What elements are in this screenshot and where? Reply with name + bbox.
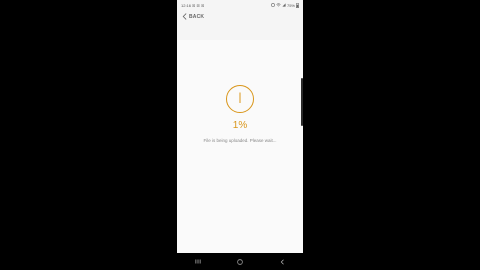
status-right: 75% (271, 3, 299, 8)
upload-progress-ring (226, 85, 254, 113)
notification-icons: ⊠ ⊠ ⊠ (192, 2, 205, 8)
back-icon (280, 259, 284, 264)
chevron-left-icon (182, 13, 187, 20)
phone-screen: 12:16 ⊠ ⊠ ⊠ 75% BACK 1% File is being up… (177, 0, 303, 270)
back-label: BACK (189, 13, 205, 20)
signal-icon (282, 3, 286, 7)
nav-back-button[interactable] (274, 255, 290, 269)
upload-content: 1% File is being uploaded. Please wait..… (177, 40, 303, 253)
nav-recents-button[interactable] (190, 255, 206, 269)
alarm-icon (271, 3, 275, 7)
battery-icon (296, 2, 299, 8)
scroll-indicator (301, 78, 303, 126)
upload-percent: 1% (232, 120, 248, 131)
wifi-icon (276, 3, 281, 7)
battery-percent: 75% (286, 2, 295, 8)
app-header: BACK (177, 10, 303, 40)
home-icon (237, 258, 243, 265)
status-bar: 12:16 ⊠ ⊠ ⊠ 75% (177, 0, 303, 10)
status-time: 12:16 (181, 2, 192, 8)
back-button[interactable]: BACK (182, 13, 204, 20)
upload-message: File is being uploaded. Please wait... (203, 138, 277, 143)
nav-home-button[interactable] (232, 255, 248, 269)
status-left: 12:16 ⊠ ⊠ ⊠ (181, 3, 204, 8)
recents-icon (195, 259, 201, 264)
system-nav-bar (177, 253, 303, 270)
